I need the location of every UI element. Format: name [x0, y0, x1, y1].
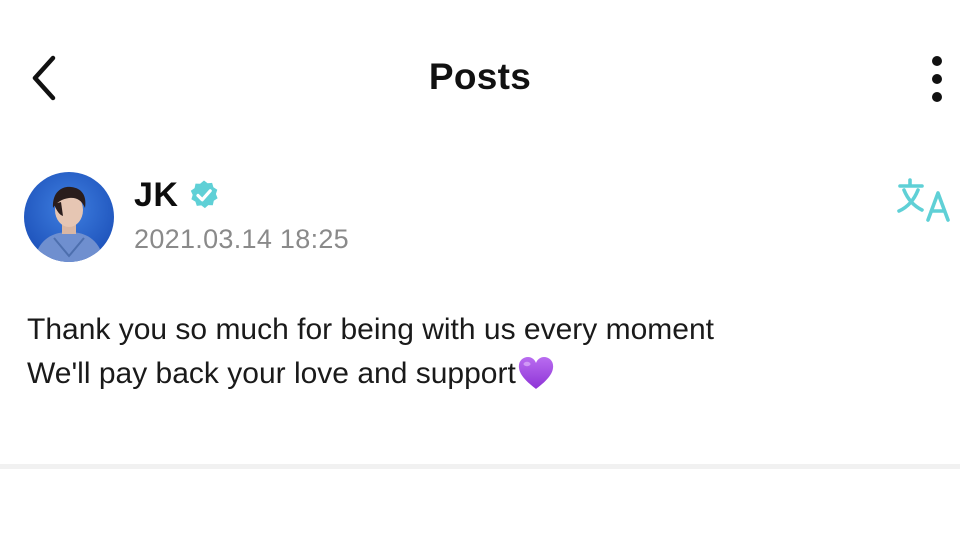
post-detail-screen: Posts JK 2021.03.14 18:25 Thank you so m…: [0, 0, 960, 540]
purple-heart-icon: [518, 357, 553, 389]
post-text-line: Thank you so much for being with us ever…: [27, 313, 714, 346]
profile-photo: [24, 172, 114, 262]
translate-icon: [897, 178, 950, 222]
post-text-line: We'll pay back your love and support: [27, 352, 927, 396]
more-options-button[interactable]: [918, 52, 956, 104]
header-bar: Posts: [0, 0, 960, 150]
post-text-line-content: We'll pay back your love and support: [27, 357, 516, 390]
post-body: Thank you so much for being with us ever…: [27, 308, 927, 396]
post-timestamp: 2021.03.14 18:25: [134, 224, 349, 254]
translate-button[interactable]: [896, 176, 954, 224]
author-name[interactable]: JK: [134, 176, 178, 215]
avatar[interactable]: [24, 172, 114, 262]
verified-badge-icon: [191, 180, 219, 209]
vertical-ellipsis-icon: [932, 56, 942, 102]
section-divider: [0, 464, 960, 469]
page-title: Posts: [428, 56, 532, 97]
author-row: JK: [134, 172, 220, 218]
